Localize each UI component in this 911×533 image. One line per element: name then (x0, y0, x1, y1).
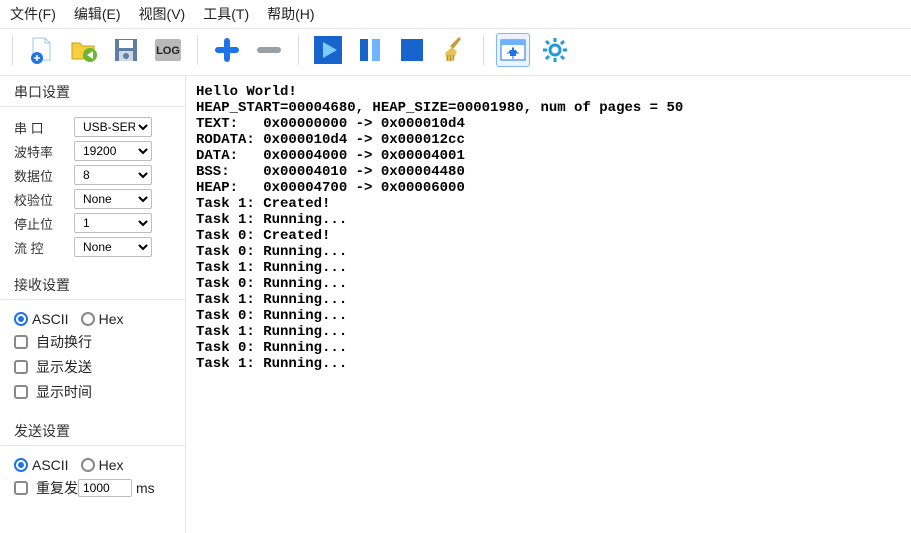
serial-settings-body: 串 口 USB-SER 波特率 19200 数据位 8 校验位 None 停止位… (0, 107, 185, 269)
log-icon: LOG (154, 38, 182, 62)
recv-ascii-label: ASCII (32, 311, 69, 327)
recv-show-time-label: 显示时间 (36, 382, 92, 402)
parity-select[interactable]: None (74, 189, 152, 209)
serial-settings-header: 串口设置 (0, 76, 185, 107)
recv-wrap-label: 自动换行 (36, 332, 92, 352)
stopbits-select[interactable]: 1 (74, 213, 152, 233)
parity-row: 校验位 None (14, 189, 175, 209)
flow-label: 流 控 (14, 238, 66, 257)
recv-hex-radio[interactable] (81, 312, 95, 326)
recv-settings-body: ASCII Hex 自动换行 显示发送 显示时间 (0, 300, 185, 415)
port-label: 串 口 (14, 118, 66, 137)
menu-view[interactable]: 视图(V) (139, 4, 186, 24)
broom-icon (441, 35, 467, 65)
recv-wrap-row[interactable]: 自动换行 (14, 332, 175, 352)
send-repeat-label: 重复发 (36, 478, 78, 498)
recv-settings-header: 接收设置 (0, 269, 185, 300)
recv-wrap-checkbox[interactable] (14, 335, 28, 349)
minus-icon (256, 37, 282, 63)
baud-select[interactable]: 19200 (74, 141, 152, 161)
send-repeat-input[interactable] (78, 479, 132, 497)
recv-ascii-radio[interactable] (14, 312, 28, 326)
play-icon (314, 36, 342, 64)
send-repeat-unit: ms (136, 480, 155, 496)
send-repeat-checkbox[interactable] (14, 481, 28, 495)
flow-select[interactable]: None (74, 237, 152, 257)
gear-icon (541, 36, 569, 64)
send-settings-body: ASCII Hex 重复发 ms (0, 446, 185, 511)
console-output: Hello World! HEAP_START=00004680, HEAP_S… (186, 76, 911, 533)
stopbits-row: 停止位 1 (14, 213, 175, 233)
new-file-icon (29, 36, 55, 64)
pause-button[interactable] (353, 33, 387, 67)
send-settings-header: 发送设置 (0, 415, 185, 446)
send-hex-radio[interactable] (81, 458, 95, 472)
baud-row: 波特率 19200 (14, 141, 175, 161)
flow-row: 流 控 None (14, 237, 175, 257)
svg-text:LOG: LOG (156, 45, 180, 57)
window-split-icon (500, 39, 526, 61)
toolbar: LOG (0, 28, 911, 75)
menu-file[interactable]: 文件(F) (10, 4, 56, 24)
recv-show-time-checkbox[interactable] (14, 385, 28, 399)
recv-show-send-row[interactable]: 显示发送 (14, 357, 175, 377)
recv-format-row: ASCII Hex (14, 311, 175, 327)
log-button[interactable]: LOG (151, 33, 185, 67)
port-select[interactable]: USB-SER (74, 117, 152, 137)
port-row: 串 口 USB-SER (14, 117, 175, 137)
menu-help[interactable]: 帮助(H) (267, 4, 314, 24)
send-format-row: ASCII Hex (14, 457, 175, 473)
baud-label: 波特率 (14, 142, 66, 161)
databits-row: 数据位 8 (14, 165, 175, 185)
send-repeat-row: 重复发 ms (14, 478, 175, 498)
new-file-button[interactable] (25, 33, 59, 67)
menu-tools[interactable]: 工具(T) (203, 4, 249, 24)
toolbar-separator (197, 35, 198, 65)
toolbar-separator (298, 35, 299, 65)
recv-show-send-checkbox[interactable] (14, 360, 28, 374)
send-ascii-radio[interactable] (14, 458, 28, 472)
stopbits-label: 停止位 (14, 214, 66, 233)
toolbar-separator (12, 35, 13, 65)
settings-button[interactable] (538, 33, 572, 67)
pause-icon (356, 36, 384, 64)
clear-button[interactable] (437, 33, 471, 67)
save-icon (113, 37, 139, 63)
stop-icon (398, 36, 426, 64)
plus-icon (214, 37, 240, 63)
recv-hex-label: Hex (99, 311, 124, 327)
recv-show-send-label: 显示发送 (36, 357, 92, 377)
sidebar: 串口设置 串 口 USB-SER 波特率 19200 数据位 8 校验位 Non… (0, 76, 186, 533)
toolbar-separator (483, 35, 484, 65)
save-button[interactable] (109, 33, 143, 67)
open-folder-button[interactable] (67, 33, 101, 67)
menu-edit[interactable]: 编辑(E) (74, 4, 121, 24)
menubar: 文件(F) 编辑(E) 视图(V) 工具(T) 帮助(H) (0, 0, 911, 28)
remove-button[interactable] (252, 33, 286, 67)
app-body: 串口设置 串 口 USB-SER 波特率 19200 数据位 8 校验位 Non… (0, 75, 911, 533)
send-hex-label: Hex (99, 457, 124, 473)
send-ascii-label: ASCII (32, 457, 69, 473)
add-button[interactable] (210, 33, 244, 67)
recv-show-time-row[interactable]: 显示时间 (14, 382, 175, 402)
run-button[interactable] (311, 33, 345, 67)
databits-select[interactable]: 8 (74, 165, 152, 185)
open-folder-icon (70, 37, 98, 63)
window-mode-button[interactable] (496, 33, 530, 67)
parity-label: 校验位 (14, 190, 66, 209)
databits-label: 数据位 (14, 166, 66, 185)
stop-button[interactable] (395, 33, 429, 67)
